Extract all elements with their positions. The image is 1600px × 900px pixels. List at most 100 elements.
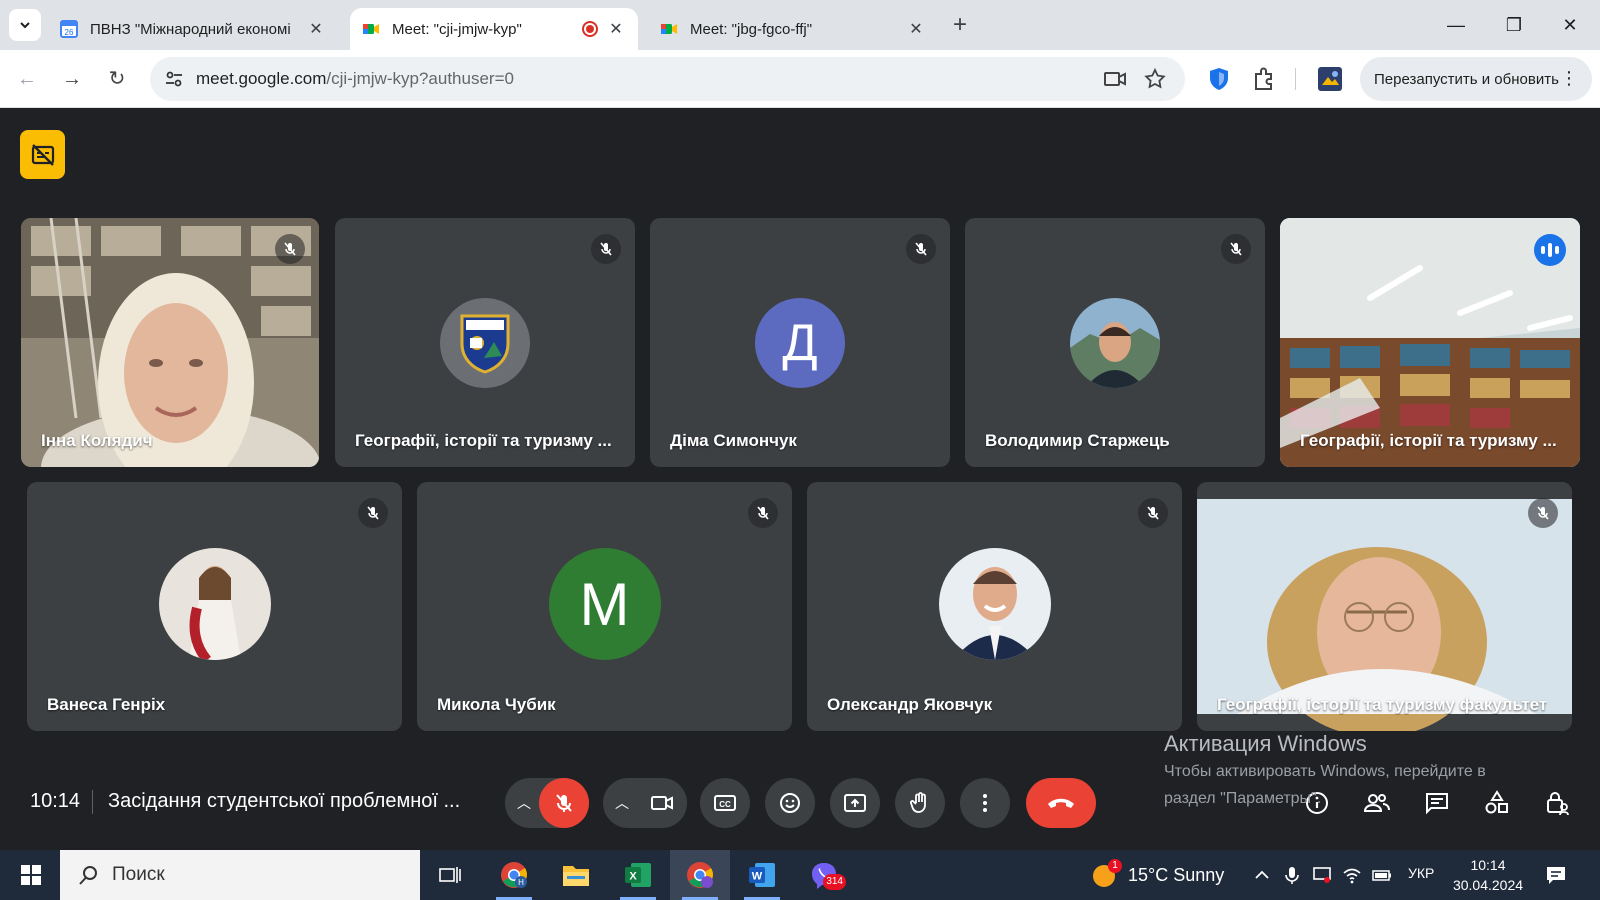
address-bar[interactable]: meet.google.com/cji-jmjw-kyp?authuser=0	[150, 57, 1185, 101]
close-window-button[interactable]: ✕	[1550, 10, 1590, 40]
participant-tile[interactable]: Географії, історії та туризму факультет	[1197, 482, 1572, 731]
battery-icon[interactable]	[1372, 865, 1392, 885]
minimize-button[interactable]: —	[1436, 10, 1476, 40]
close-icon[interactable]: ✕	[606, 19, 626, 39]
folder-icon	[563, 866, 589, 886]
tab-pvnz[interactable]: 26 ПВНЗ "Міжнародний економі ✕	[48, 8, 338, 50]
taskbar-viber[interactable]: 314	[794, 850, 854, 900]
participant-video	[1197, 482, 1572, 731]
taskbar-excel[interactable]: X	[608, 850, 668, 900]
taskbar-chrome-active[interactable]	[670, 850, 730, 900]
captions-off-badge[interactable]	[20, 130, 65, 179]
participant-tile[interactable]: Олександр Яковчук	[807, 482, 1182, 731]
mic-off-icon	[906, 234, 936, 264]
video-options-chevron-up-icon[interactable]: ︿	[605, 778, 639, 828]
participant-tile[interactable]: Володимир Старжець	[965, 218, 1265, 467]
chrome-icon: H	[501, 862, 528, 888]
tab-meet-jbg[interactable]: Meet: "jbg-fgco-ffj" ✕	[648, 8, 938, 50]
relaunch-update-button[interactable]: Перезапустить и обновить ⋮	[1360, 57, 1592, 101]
close-icon[interactable]: ✕	[906, 19, 926, 39]
present-screen-button[interactable]	[830, 778, 880, 828]
participant-tile[interactable]: Д Діма Симончук	[650, 218, 950, 467]
chevron-up-icon[interactable]	[1252, 865, 1272, 885]
participant-tile[interactable]: М Микола Чубик	[417, 482, 792, 731]
mic-off-icon	[1528, 498, 1558, 528]
forward-button[interactable]: →	[55, 62, 89, 96]
mic-off-icon	[556, 794, 572, 812]
relaunch-label: Перезапустить и обновить	[1374, 70, 1559, 88]
participant-name: Інна Колядич	[41, 431, 153, 450]
participant-name: Олександр Яковчук	[827, 695, 993, 714]
clock-time: 10:14	[1470, 857, 1506, 873]
taskbar-search-box[interactable]: Поиск	[60, 850, 420, 900]
task-view-button[interactable]	[420, 850, 480, 900]
svg-text:26: 26	[65, 28, 74, 37]
weather-widget[interactable]: 1 15°C Sunny	[1090, 850, 1224, 900]
chevron-down-icon	[20, 22, 30, 29]
participant-tile[interactable]: Географії, історії та туризму ...	[335, 218, 635, 467]
present-to-all-icon	[844, 794, 866, 812]
profile-photo-avatar	[1070, 298, 1160, 388]
camera-toggle-button[interactable]	[637, 778, 687, 828]
captions-button[interactable]: CC	[700, 778, 750, 828]
mic-off-icon	[275, 234, 305, 264]
tab-search-button[interactable]	[9, 9, 41, 41]
svg-text:X: X	[629, 871, 637, 883]
audio-options-chevron-up-icon[interactable]: ︿	[507, 778, 541, 828]
back-button[interactable]: ←	[10, 62, 44, 96]
profile-avatar-icon[interactable]	[1316, 65, 1344, 93]
input-language[interactable]: УКР	[1408, 865, 1434, 881]
recording-indicator-icon	[582, 21, 598, 37]
tab-meet-cji[interactable]: Meet: "cji-jmjw-kyp" ✕	[350, 8, 638, 50]
windows-taskbar: Поиск H X W 314 1 15°C Sunny УКР 10:14 3…	[0, 850, 1600, 900]
new-tab-button[interactable]: +	[946, 12, 974, 40]
restore-button[interactable]: ❐	[1494, 10, 1534, 40]
notification-badge: 314	[823, 874, 846, 890]
emoji-icon	[780, 793, 800, 813]
notifications-icon[interactable]	[1544, 863, 1568, 887]
participant-tile-speaking[interactable]: Географії, історії та туризму ...	[1280, 218, 1580, 467]
start-button[interactable]	[10, 858, 52, 892]
participant-tile[interactable]: Інна Колядич	[21, 218, 319, 467]
reload-button[interactable]: ↻	[100, 62, 134, 96]
participant-tile[interactable]: Ванеса Генріх	[27, 482, 402, 731]
microphone-icon[interactable]	[1282, 865, 1302, 885]
leave-call-button[interactable]	[1026, 778, 1096, 828]
meeting-clock: 10:14	[30, 790, 81, 812]
extensions-puzzle-icon[interactable]	[1250, 65, 1278, 93]
microphone-toggle-button[interactable]	[539, 778, 589, 828]
calendar-icon: 26	[60, 20, 78, 38]
reactions-button[interactable]	[765, 778, 815, 828]
svg-text:CC: CC	[719, 800, 731, 809]
system-clock[interactable]: 10:14 30.04.2024	[1448, 855, 1528, 895]
letter-avatar: М	[548, 548, 661, 660]
hand-icon	[910, 792, 926, 813]
more-options-button[interactable]	[960, 778, 1010, 828]
clock-date: 30.04.2024	[1452, 877, 1524, 893]
shield-extension-icon[interactable]	[1205, 65, 1233, 93]
mic-off-icon	[591, 234, 621, 264]
lock-person-icon	[1547, 792, 1569, 816]
taskbar-chrome-profile[interactable]: H	[484, 850, 544, 900]
word-icon: W	[749, 863, 775, 887]
profile-photo-avatar	[158, 548, 271, 660]
screen-share-tray-icon[interactable]	[1312, 865, 1332, 885]
call-end-icon	[1048, 798, 1074, 808]
close-icon[interactable]: ✕	[306, 19, 326, 39]
task-view-icon	[439, 867, 461, 883]
svg-text:H: H	[518, 878, 524, 887]
profile-photo-avatar	[938, 548, 1051, 660]
bookmark-star-icon[interactable]	[1143, 67, 1167, 91]
mic-off-icon	[748, 498, 778, 528]
more-vert-icon[interactable]: ⋮	[1560, 68, 1578, 89]
raise-hand-button[interactable]	[895, 778, 945, 828]
taskbar-word[interactable]: W	[732, 850, 792, 900]
wifi-icon[interactable]	[1342, 865, 1362, 885]
camera-in-use-icon[interactable]	[1103, 67, 1127, 91]
site-settings-icon[interactable]	[162, 67, 186, 91]
taskbar-file-explorer[interactable]	[546, 850, 606, 900]
host-controls-button[interactable]	[1536, 782, 1578, 824]
letter-avatar: Д	[755, 298, 845, 388]
google-meet-icon	[363, 24, 379, 34]
participant-name: Географії, історії та туризму ...	[1300, 431, 1557, 450]
